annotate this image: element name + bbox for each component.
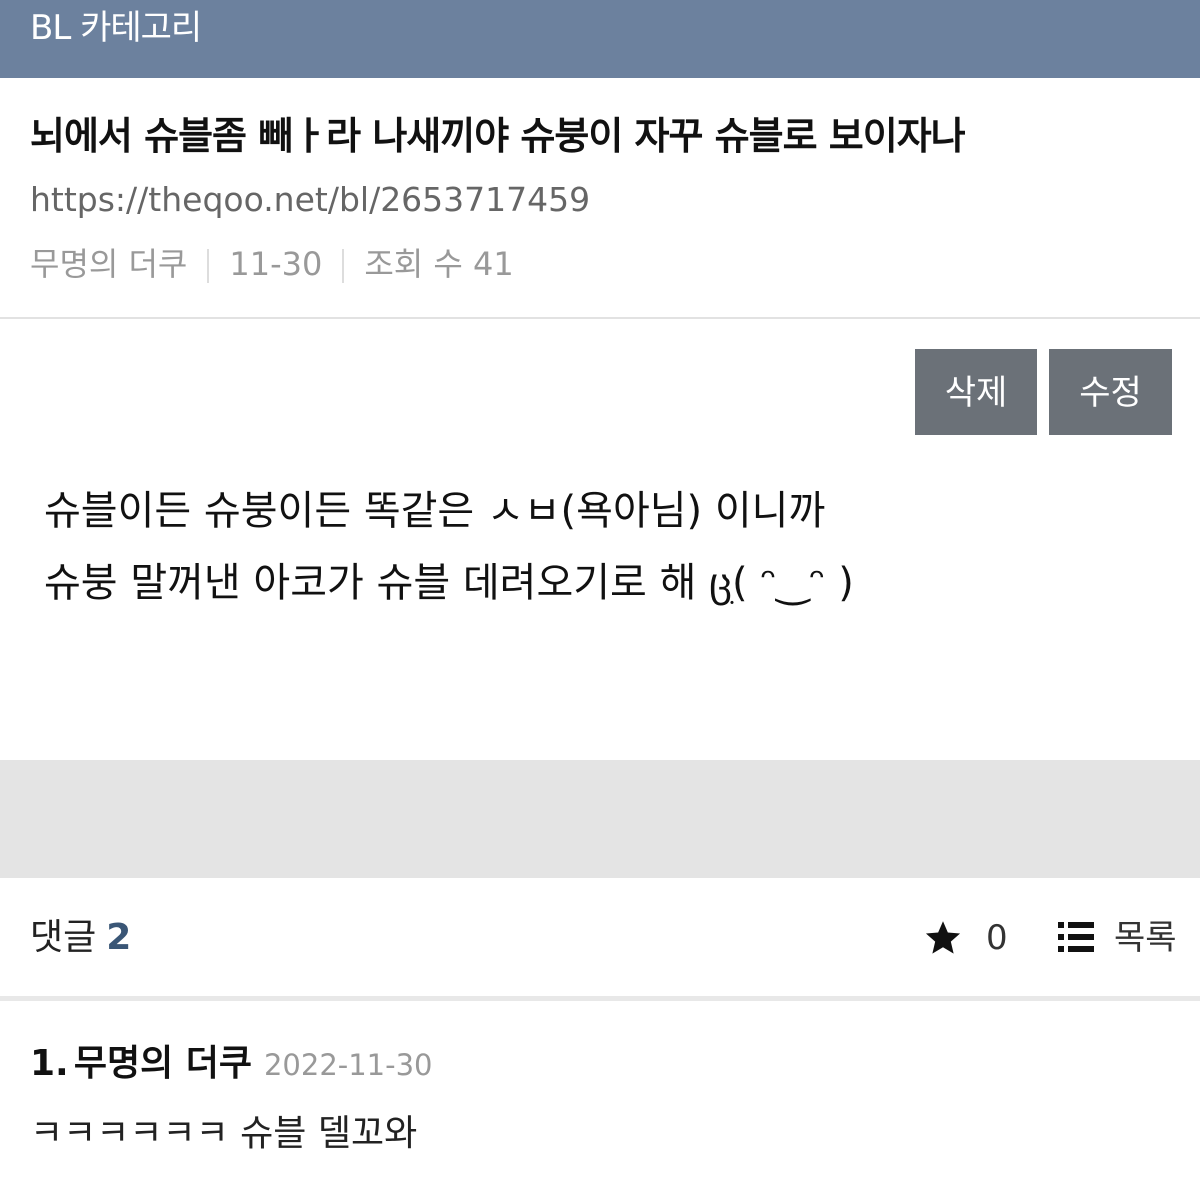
comment-header: 1. 무명의 더쿠 2022-11-30 [30, 1040, 433, 1089]
comment-bar: 댓글 2 0 목록 [0, 880, 1200, 996]
post-views: 조회 수 41 [364, 245, 514, 283]
post-url[interactable]: https://theqoo.net/bl/2653717459 [30, 178, 590, 222]
post-author[interactable]: 무명의 더쿠 [30, 245, 187, 283]
divider [0, 996, 1200, 1001]
post-body: 슈블이든 슈붕이든 똑같은 ㅅㅂ(욕아님) 이니까 슈붕 말꺼낸 아코가 슈블 … [44, 475, 1164, 619]
favorite-count: 0 [986, 918, 1008, 958]
post-body-line: 슈붕 말꺼낸 아코가 슈블 데려오기로 해 ცׅ( ᵔ‿ᵔ ) [44, 560, 854, 606]
comment-author[interactable]: 무명의 더쿠 [74, 1043, 252, 1084]
comment-text: ㅋㅋㅋㅋㅋㅋ 슈블 델꼬와 [30, 1113, 418, 1154]
post-body-line: 슈블이든 슈붕이든 똑같은 ㅅㅂ(욕아님) 이니까 [44, 488, 826, 534]
post-title: 뇌에서 슈블좀 빼ㅏ라 나새끼야 슈붕이 자꾸 슈블로 보이자나 [30, 114, 966, 158]
category-title[interactable]: BL 카테고리 [30, 8, 202, 48]
meta-separator [342, 249, 345, 283]
edit-button[interactable]: 수정 [1049, 349, 1172, 435]
comment-date: 2022-11-30 [263, 1048, 433, 1082]
post-date: 11-30 [229, 245, 323, 283]
comment-count-label: 댓글 2 [30, 914, 131, 962]
comment-count: 2 [106, 917, 132, 958]
category-header: BL 카테고리 [0, 0, 1200, 78]
divider [0, 317, 1200, 319]
delete-button[interactable]: 삭제 [915, 349, 1037, 435]
list-icon [1058, 922, 1094, 952]
comment-label: 댓글 [30, 917, 97, 958]
comment-number: 1. [30, 1043, 69, 1084]
post-meta: 무명의 더쿠 11-30 조회 수 41 [30, 242, 514, 286]
ad-placeholder [0, 760, 1200, 878]
star-icon [925, 921, 961, 954]
meta-separator [207, 249, 210, 283]
list-label: 목록 [1114, 918, 1177, 958]
